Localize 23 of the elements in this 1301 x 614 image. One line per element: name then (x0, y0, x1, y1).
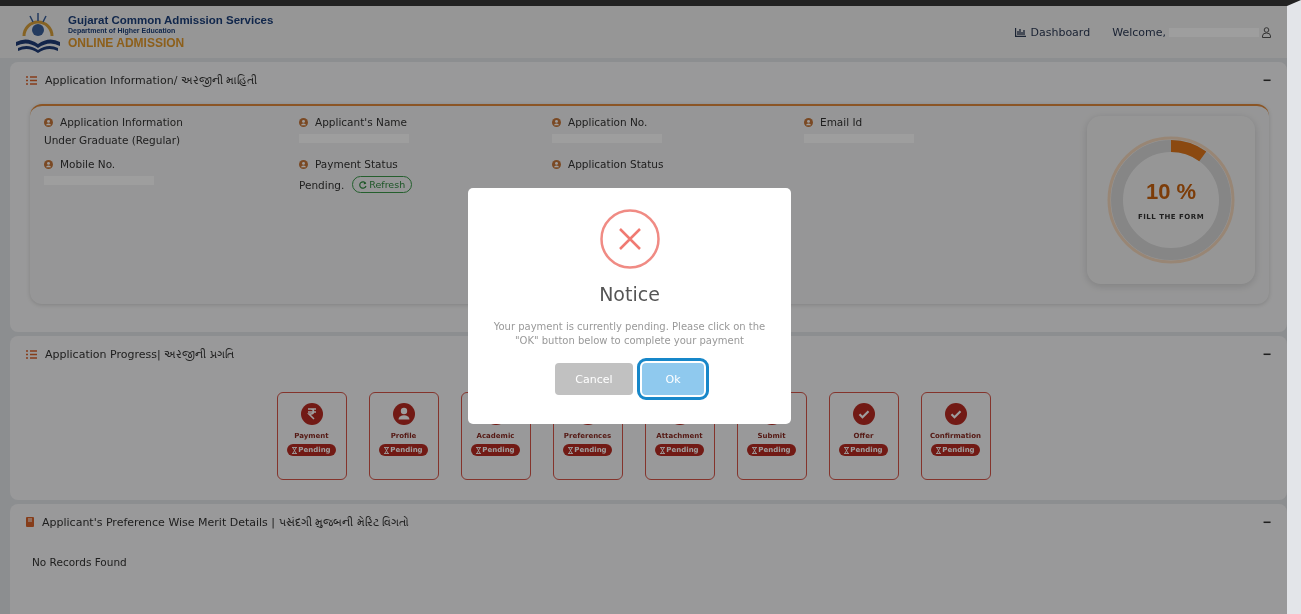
field-label: Application No. (568, 116, 648, 128)
dialog-message: Your payment is currently pending. Please click on the "OK" button below to complete your payment (492, 320, 767, 347)
welcome-text: Welcome, (1112, 25, 1166, 39)
brand-label: ONLINE ADMISSION (68, 36, 186, 50)
progress-value: 10 % (1145, 179, 1197, 205)
panel-title: Applicant's Preference Wise Merit Details | પસંદગી મુજબની મેરિટ વિગતો (42, 515, 410, 529)
field-label: Application Information (60, 116, 183, 128)
collapse-button[interactable]: − (1262, 346, 1271, 362)
field-value: Under Graduate (Regular) (44, 134, 181, 146)
empty-message: No Records Found (32, 556, 128, 568)
dialog-title: Notice (599, 283, 660, 305)
panel-title: Application Progress| અરજીની પ્રગતિ (45, 347, 234, 361)
field-value: Pending. (299, 178, 345, 191)
field-label: Email Id (820, 116, 863, 128)
field-label: Payment Status (315, 158, 398, 170)
site-title: Gujarat Common Admission Services (68, 14, 274, 27)
collapse-button[interactable]: − (1262, 514, 1271, 530)
field-label: Application Status (568, 158, 664, 170)
field-label: Mobile No. (60, 158, 116, 170)
field-label: Applicant's Name (315, 116, 407, 128)
dashboard-link[interactable]: Dashboard (1015, 25, 1091, 39)
panel-title: Application Information/ અરજીની માહિતી (45, 73, 258, 87)
collapse-button[interactable]: − (1262, 72, 1271, 88)
